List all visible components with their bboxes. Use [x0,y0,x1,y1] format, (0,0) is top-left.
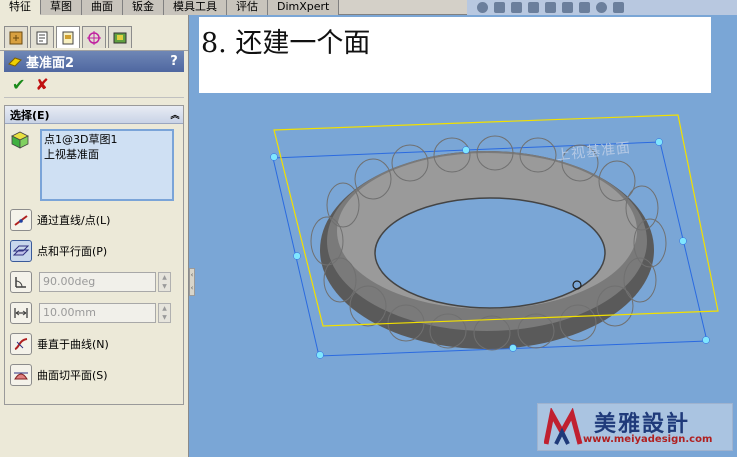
property-manager-header: 基准面2 ? [4,51,184,72]
tab-sheet-metal[interactable]: 钣金 [123,0,164,15]
angle-stepper[interactable]: ▲ ▼ [158,272,171,292]
scene-icon[interactable] [596,2,607,13]
caption-text: 8. 还建一个面 [201,28,371,59]
through-line-point-label: 通过直线/点(L) [37,214,111,227]
distance-icon [10,302,32,324]
selections-header[interactable]: 选择(E) ︽ [5,106,183,124]
selection-list[interactable]: 点1@3D草图1 上视基准面 [40,129,174,201]
meiya-logo [544,408,583,445]
angle-row [10,270,32,294]
collapse-icon[interactable]: ︽ [167,108,183,121]
selection-item-point[interactable]: 点1@3D草图1 [44,132,170,147]
selections-label: 选择(E) [10,108,50,122]
tab-evaluate[interactable]: 评估 [227,0,268,15]
tangent-surface-option[interactable]: 曲面切平面(S) [10,363,108,387]
zoom-fit-icon[interactable] [477,2,488,13]
selection-item-plane[interactable]: 上视基准面 [44,147,170,162]
selections-section: 选择(E) ︽ 点1@3D草图1 上视基准面 通过直线/点(L) 点和平行面(P… [4,105,184,405]
display-style-icon[interactable] [545,2,556,13]
crosshair-icon [87,30,101,45]
configuration-manager-tab[interactable] [56,26,80,48]
angle-input[interactable]: 90.00deg [39,272,156,292]
point-parallel-label: 点和平行面(P) [37,245,108,258]
plane-icon [8,56,22,67]
tab-surfaces[interactable]: 曲面 [82,0,123,15]
manager-tabs [0,15,188,51]
reference-cube-icon [11,131,29,149]
torus-hole [374,197,606,309]
view-toolbar [467,0,737,15]
configuration-icon [62,31,74,44]
appearance-icon[interactable] [579,2,590,13]
view-orientation-icon[interactable] [528,2,539,13]
property-manager-tab[interactable] [30,26,54,48]
tab-dimxpert[interactable]: DimXpert [268,0,340,15]
tab-features[interactable]: 特征 [0,0,41,15]
through-line-point-option[interactable]: 通过直线/点(L) [10,208,110,232]
zoom-area-icon[interactable] [494,2,505,13]
feature-tree-icon [9,31,23,44]
parallel-plane-icon [10,240,32,262]
watermark: 美雅設計 www.meiyadesign.com [537,403,733,451]
point-parallel-option[interactable]: 点和平行面(P) [10,239,107,263]
tab-sketch[interactable]: 草图 [41,0,82,15]
view-settings-icon[interactable] [613,2,624,13]
line-point-icon [10,209,32,231]
normal-to-curve-option[interactable]: 垂直于曲线(N) [10,332,109,356]
property-icon [36,31,48,44]
distance-row [10,301,32,325]
ok-button[interactable]: ✔ [12,75,25,94]
hide-show-icon[interactable] [562,2,573,13]
step-caption: 8. 还建一个面 [199,17,711,93]
normal-curve-icon [10,333,32,355]
display-manager-tab[interactable] [108,26,132,48]
page-title: 基准面2 [26,56,75,71]
cancel-button[interactable]: ✘ [35,75,48,94]
feature-manager-tab[interactable] [4,26,28,48]
distance-input[interactable]: 10.00mm [39,303,156,323]
property-manager-panel: 基准面2 ? ✔ ✘ 选择(E) ︽ 点1@3D草图1 上视基准面 通过直线/点… [0,15,189,457]
angle-icon [10,271,32,293]
tangent-surface-icon [10,364,32,386]
dimxpert-manager-tab[interactable] [82,26,106,48]
display-icon [113,32,127,43]
tangent-surface-label: 曲面切平面(S) [37,369,108,382]
tab-mold-tools[interactable]: 模具工具 [164,0,227,15]
help-button[interactable]: ? [164,54,184,69]
distance-stepper[interactable]: ▲ ▼ [158,303,171,323]
normal-to-curve-label: 垂直于曲线(N) [37,338,109,351]
section-view-icon[interactable] [511,2,522,13]
confirm-row: ✔ ✘ [4,72,184,98]
watermark-url: www.meiyadesign.com [583,434,713,445]
